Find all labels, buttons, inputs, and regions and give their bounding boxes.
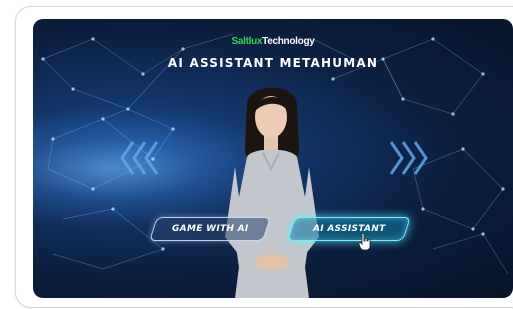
chevrons-left-icon: [120, 141, 159, 175]
brand-logo: SaltluxTechnology: [33, 36, 513, 47]
brand-logo-part2: Technology: [262, 36, 315, 47]
game-with-ai-label: GAME WITH AI: [171, 224, 249, 234]
ai-assistant-label: AI ASSISTANT: [312, 224, 386, 234]
chevrons-right-icon: [389, 141, 428, 175]
metahuman-avatar: [225, 87, 319, 298]
ai-assistant-button[interactable]: AI ASSISTANT: [287, 217, 411, 241]
page-title: AI ASSISTANT METAHUMAN: [167, 56, 379, 70]
hand-pointer-icon: [358, 233, 371, 251]
metahuman-video-frame[interactable]: SaltluxTechnology AI ASSISTANT METAHUMAN…: [33, 19, 513, 298]
brand-logo-part1: Saltlux: [231, 36, 263, 47]
game-with-ai-button[interactable]: GAME WITH AI: [149, 217, 271, 241]
